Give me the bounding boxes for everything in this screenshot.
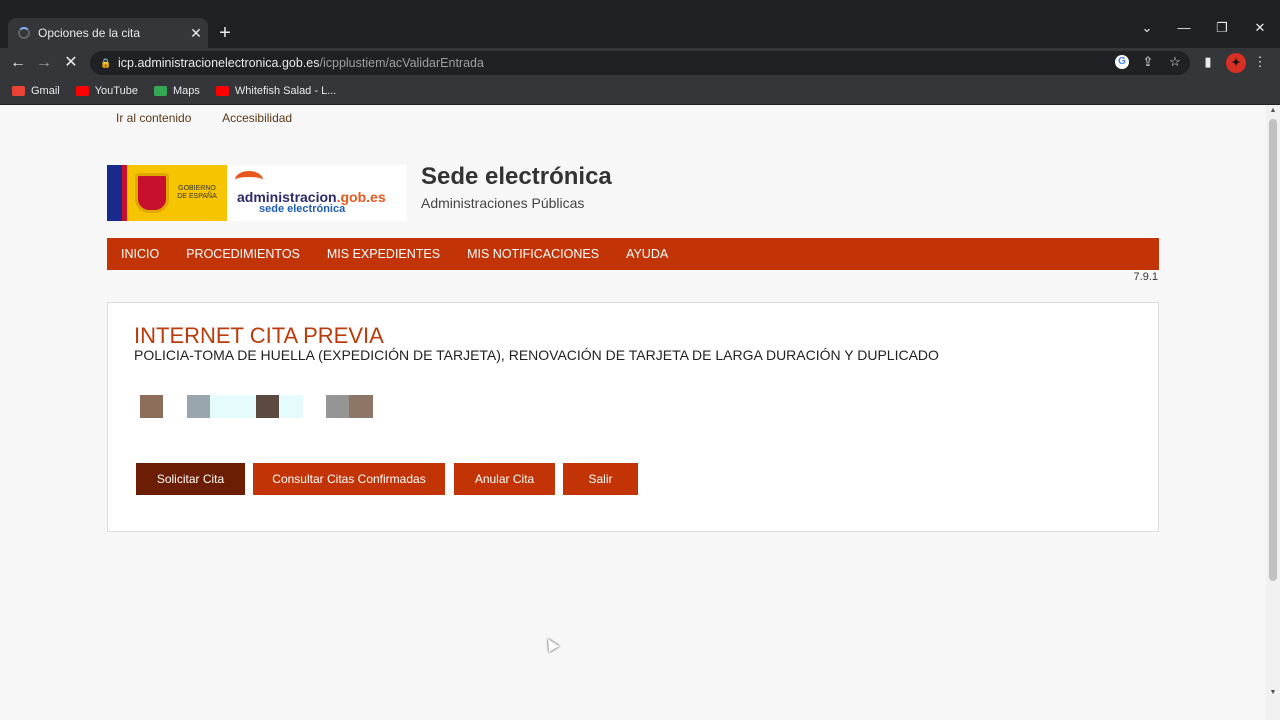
admin-logo-sub: sede electrónica — [259, 203, 346, 215]
redacted-block — [140, 395, 163, 418]
salir-button[interactable]: Salir — [563, 463, 638, 495]
bookmark-item[interactable]: Gmail — [12, 85, 60, 97]
eu-flag-icon — [107, 165, 127, 221]
bookmark-label: Maps — [172, 85, 200, 97]
administracion-logo: administracion.gob.es sede electrónica — [227, 165, 407, 221]
cita-panel: INTERNET CITA PREVIA POLICIA-TOMA DE HUE… — [107, 302, 1159, 532]
google-icon[interactable]: G — [1115, 55, 1129, 69]
new-tab-button[interactable]: + — [214, 22, 236, 44]
maps-icon — [153, 86, 167, 96]
bookmark-item[interactable]: Whitefish Salad - L... — [215, 85, 337, 97]
youtube-icon — [75, 86, 89, 96]
loading-spinner-icon — [18, 27, 30, 39]
scroll-down-icon[interactable]: ▼ — [1269, 689, 1277, 696]
nav-inicio[interactable]: INICIO — [121, 247, 159, 261]
page-content: Ir al contenido Accesibilidad GOBIERNO D… — [0, 105, 1266, 720]
side-panel-icon[interactable]: ▮ — [1198, 52, 1218, 72]
skip-to-content-link[interactable]: Ir al contenido — [116, 111, 191, 125]
accessibility-link[interactable]: Accesibilidad — [222, 111, 292, 125]
tab-title: Opciones de la cita — [38, 26, 141, 40]
site-logo[interactable]: GOBIERNO DE ESPAÑA administracion.gob.es… — [107, 165, 407, 221]
scroll-up-icon[interactable]: ▲ — [1269, 107, 1277, 114]
forward-icon[interactable]: → — [33, 52, 55, 74]
redacted-block — [187, 395, 210, 418]
redacted-block — [279, 395, 303, 418]
sun-icon — [235, 171, 263, 189]
profile-avatar[interactable]: ✦ — [1226, 53, 1246, 73]
lock-icon: 🔒 — [100, 58, 112, 68]
url-host: icp.administracionelectronica.gob.es — [118, 56, 320, 70]
browser-tab[interactable]: Opciones de la cita ✕ — [8, 18, 208, 48]
redacted-block — [256, 395, 279, 418]
bookmark-label: Gmail — [31, 85, 60, 97]
bookmark-label: YouTube — [94, 85, 138, 97]
page-scrollbar[interactable]: ▲ ▼ — [1266, 105, 1280, 720]
bookmark-label: Whitefish Salad - L... — [234, 85, 337, 97]
anular-cita-button[interactable]: Anular Cita — [454, 463, 555, 495]
version-label: 7.9.1 — [1133, 271, 1158, 283]
address-bar[interactable]: 🔒 icp.administracionelectronica.gob.es /… — [90, 51, 1190, 75]
gobierno-logo: GOBIERNO DE ESPAÑA — [107, 165, 227, 221]
browser-tabstrip: Opciones de la cita ✕ + ⌄ — ❐ ✕ — [0, 0, 1280, 48]
solicitar-cita-button[interactable]: Solicitar Cita — [136, 463, 245, 495]
nav-mis-notificaciones[interactable]: MIS NOTIFICACIONES — [467, 247, 599, 261]
redacted-block — [210, 395, 256, 418]
tab-search-icon[interactable]: ⌄ — [1132, 20, 1162, 36]
menu-dots-icon[interactable]: ⋮ — [1250, 52, 1270, 72]
main-nav: INICIO PROCEDIMIENTOS MIS EXPEDIENTES MI… — [107, 238, 1159, 270]
browser-toolbar: ← → ✕ 🔒 icp.administracionelectronica.go… — [0, 48, 1280, 78]
restore-icon[interactable]: ❐ — [1207, 20, 1237, 36]
share-icon[interactable]: ⇪ — [1138, 52, 1158, 72]
back-icon[interactable]: ← — [7, 52, 29, 74]
close-window-icon[interactable]: ✕ — [1245, 20, 1275, 36]
bookmark-star-icon[interactable]: ☆ — [1165, 52, 1185, 72]
page-title: INTERNET CITA PREVIA — [134, 323, 384, 348]
nav-procedimientos[interactable]: PROCEDIMIENTOS — [186, 247, 300, 261]
gobierno-text: GOBIERNO DE ESPAÑA — [177, 185, 217, 200]
gmail-icon — [12, 86, 25, 96]
bookmark-item[interactable]: YouTube — [75, 85, 138, 97]
consultar-citas-button[interactable]: Consultar Citas Confirmadas — [253, 463, 445, 495]
nav-ayuda[interactable]: AYUDA — [626, 247, 668, 261]
site-subtitle: Administraciones Públicas — [421, 195, 585, 211]
skip-links: Ir al contenido Accesibilidad — [116, 111, 320, 125]
minimize-icon[interactable]: — — [1169, 20, 1199, 35]
redacted-block — [326, 395, 349, 418]
redacted-block — [349, 395, 373, 418]
close-tab-icon[interactable]: ✕ — [184, 25, 208, 42]
scrollbar-thumb[interactable] — [1269, 119, 1277, 581]
bookmark-item[interactable]: Maps — [153, 85, 200, 97]
youtube-icon — [215, 86, 229, 96]
url-path: /icpplustiem/acValidarEntrada — [319, 56, 484, 70]
coat-of-arms-icon — [135, 173, 169, 213]
bookmarks-bar: Gmail YouTube Maps Whitefish Salad - L... — [0, 78, 1280, 105]
nav-mis-expedientes[interactable]: MIS EXPEDIENTES — [327, 247, 440, 261]
stop-loading-icon[interactable]: ✕ — [60, 52, 82, 74]
procedure-subtitle: POLICIA-TOMA DE HUELLA (EXPEDICIÓN DE TA… — [134, 347, 939, 363]
site-title: Sede electrónica — [421, 163, 612, 190]
